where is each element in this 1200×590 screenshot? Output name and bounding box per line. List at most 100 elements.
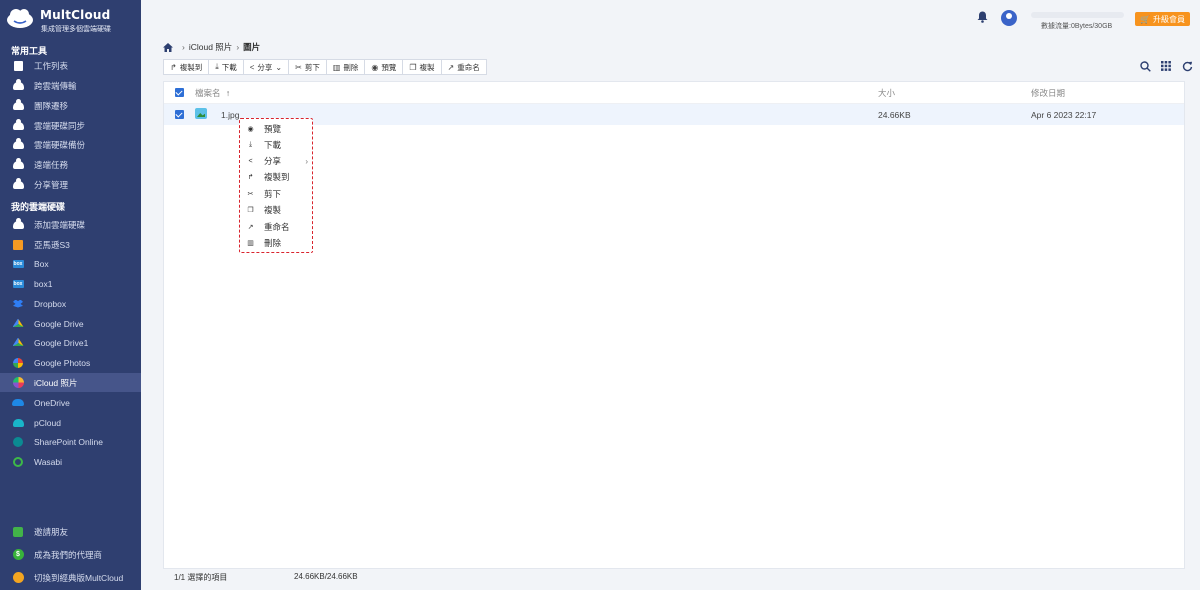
box-icon: box bbox=[12, 279, 24, 288]
sidebar-item-google-drive1[interactable]: Google Drive1 bbox=[0, 333, 141, 352]
file-toolbar: ↱ 複製到 ⤓ 下載 < 分享 ⌄ ✂ 剪下 ▥ 刪除 ◉ 預覽 ❐ 複製 ↗ 重命名 bbox=[163, 59, 487, 75]
pcloud-icon bbox=[12, 417, 24, 429]
image-file-icon bbox=[195, 108, 207, 119]
sidebar-item-label: Dropbox bbox=[34, 298, 67, 309]
trash-icon: ▥ bbox=[332, 62, 341, 72]
file-size: 24.66KB bbox=[878, 110, 911, 120]
context-menu-rename[interactable]: ↗ 重命名 bbox=[240, 219, 312, 235]
sidebar-item-pcloud[interactable]: pCloud bbox=[0, 413, 141, 432]
sidebar-item-label: 跨雲端傳輸 bbox=[34, 80, 77, 91]
grid-view-icon[interactable] bbox=[1160, 60, 1172, 72]
column-header-modified[interactable]: 修改日期 bbox=[1031, 87, 1065, 99]
sidebar-item-box1[interactable]: box box1 bbox=[0, 274, 141, 293]
sidebar-item-google-drive[interactable]: Google Drive bbox=[0, 314, 141, 333]
select-all-checkbox[interactable] bbox=[175, 88, 184, 97]
scissors-icon: ✂ bbox=[295, 62, 302, 72]
cut-button[interactable]: ✂ 剪下 bbox=[289, 60, 327, 74]
sidebar-item-cloud-sync[interactable]: 雲端硬碟同步 bbox=[0, 116, 141, 135]
sidebar-item-google-photos[interactable]: Google Photos bbox=[0, 353, 141, 372]
sidebar-item-label: 亞馬遜S3 bbox=[34, 239, 70, 250]
sidebar-item-label: Wasabi bbox=[34, 456, 63, 467]
user-avatar[interactable] bbox=[1001, 10, 1017, 26]
cloud-transfer-icon bbox=[12, 78, 24, 92]
row-checkbox[interactable] bbox=[175, 110, 184, 119]
sidebar-item-task-list[interactable]: 工作列表 bbox=[0, 56, 141, 75]
refresh-icon[interactable] bbox=[1181, 60, 1193, 72]
sidebar-item-label: Box bbox=[34, 258, 49, 269]
context-menu-copy[interactable]: ❐ 複製 bbox=[240, 202, 312, 218]
selection-count: 1/1 選擇的項目 bbox=[174, 573, 228, 582]
copy-to-icon: ↱ bbox=[247, 174, 254, 181]
sidebar-item-label: 成為我們的代理商 bbox=[34, 549, 103, 560]
context-menu-cut[interactable]: ✂ 剪下 bbox=[240, 186, 312, 202]
team-migration-icon bbox=[12, 98, 24, 112]
file-modified: Apr 6 2023 22:17 bbox=[1031, 110, 1097, 120]
share-button[interactable]: < 分享 ⌄ bbox=[243, 60, 290, 74]
copy-to-icon: ↱ bbox=[170, 62, 177, 72]
sidebar-item-remote-task[interactable]: 遠端任務 bbox=[0, 155, 141, 174]
sidebar-item-icloud-photos[interactable]: iCloud 照片 bbox=[0, 373, 141, 392]
table-row[interactable]: 1.jpg 24.66KB Apr 6 2023 22:17 bbox=[164, 104, 1184, 125]
context-menu-share[interactable]: < 分享 › bbox=[240, 153, 312, 169]
icloud-photos-icon bbox=[12, 377, 24, 389]
sidebar-item-cloud-transfer[interactable]: 跨雲端傳輸 bbox=[0, 76, 141, 95]
preview-button[interactable]: ◉ 預覽 bbox=[365, 60, 404, 74]
context-menu-preview[interactable]: ◉ 預覽 bbox=[240, 121, 312, 137]
sidebar-item-wasabi[interactable]: Wasabi bbox=[0, 452, 141, 471]
sidebar-item-label: Google Drive1 bbox=[34, 337, 89, 348]
sharepoint-icon bbox=[12, 436, 24, 448]
cart-icon: 🛒 bbox=[1140, 14, 1150, 24]
file-list-panel: 檔案名 ↑ 大小 修改日期 1.jpg 24.66KB Apr 6 2023 2… bbox=[163, 81, 1185, 569]
column-header-name[interactable]: 檔案名 ↑ bbox=[195, 87, 230, 99]
sidebar-item-share-manage[interactable]: 分享管理 bbox=[0, 175, 141, 194]
rename-button[interactable]: ↗ 重命名 bbox=[441, 60, 486, 74]
delete-button[interactable]: ▥ 刪除 bbox=[326, 60, 366, 74]
sidebar-item-label: 遠端任務 bbox=[34, 159, 69, 170]
sidebar-item-onedrive[interactable]: OneDrive bbox=[0, 393, 141, 412]
download-button[interactable]: ⤓ 下載 bbox=[209, 60, 244, 74]
sidebar-item-box[interactable]: box Box bbox=[0, 254, 141, 273]
sidebar-item-team-migration[interactable]: 團隊遷移 bbox=[0, 96, 141, 115]
sidebar-item-invite-friends[interactable]: 邀請朋友 bbox=[0, 522, 141, 541]
sidebar-item-sharepoint[interactable]: SharePoint Online bbox=[0, 432, 141, 451]
box-icon: box bbox=[12, 259, 24, 268]
sidebar-item-switch-classic[interactable]: 切換到經典版MultCloud bbox=[0, 568, 141, 587]
dropbox-icon bbox=[12, 298, 24, 310]
context-menu-download[interactable]: ⤓ 下載 bbox=[240, 137, 312, 153]
file-name[interactable]: 1.jpg bbox=[221, 110, 239, 120]
sidebar-item-label: 邀請朋友 bbox=[34, 526, 69, 537]
selection-size: 24.66KB/24.66KB bbox=[294, 572, 358, 581]
task-list-icon bbox=[12, 60, 24, 72]
home-icon[interactable] bbox=[163, 42, 173, 52]
bell-icon[interactable] bbox=[977, 11, 988, 23]
sidebar-item-become-agent[interactable]: $ 成為我們的代理商 bbox=[0, 545, 141, 564]
sidebar-item-cloud-backup[interactable]: 雲端硬碟備份 bbox=[0, 135, 141, 154]
breadcrumb-parent[interactable]: iCloud 照片 bbox=[189, 41, 232, 53]
sidebar-item-label: pCloud bbox=[34, 417, 61, 428]
context-menu-copy-to[interactable]: ↱ 複製到 bbox=[240, 169, 312, 185]
context-menu-delete[interactable]: ▥ 刪除 bbox=[240, 235, 312, 251]
sidebar-item-add-cloud[interactable]: 添加雲端硬碟 bbox=[0, 215, 141, 234]
copy-to-button[interactable]: ↱ 複製到 bbox=[164, 60, 210, 74]
gift-icon bbox=[12, 526, 24, 538]
status-footer: 1/1 選擇的項目 24.66KB/24.66KB bbox=[163, 570, 1185, 584]
cloud-sync-icon bbox=[12, 118, 24, 132]
breadcrumb-current: 圖片 bbox=[243, 42, 261, 52]
google-drive-icon bbox=[12, 318, 24, 330]
sidebar-item-label: 工作列表 bbox=[34, 60, 69, 71]
quota-progress-bar bbox=[1031, 12, 1124, 18]
sidebar-item-dropbox[interactable]: Dropbox bbox=[0, 294, 141, 313]
rename-icon: ↗ bbox=[247, 224, 254, 231]
sidebar-item-amazon-s3[interactable]: 亞馬遜S3 bbox=[0, 235, 141, 254]
download-icon: ⤓ bbox=[215, 62, 219, 71]
upgrade-label: 升級會員 bbox=[1152, 14, 1185, 24]
search-icon[interactable] bbox=[1139, 60, 1151, 72]
column-header-size[interactable]: 大小 bbox=[878, 87, 895, 99]
copy-button[interactable]: ❐ 複製 bbox=[403, 60, 442, 74]
dollar-icon: $ bbox=[12, 549, 24, 561]
sort-up-icon: ↑ bbox=[225, 88, 231, 98]
logo[interactable]: MultCloud 集成管理多個雲端硬碟 bbox=[3, 5, 138, 35]
remote-task-icon bbox=[12, 157, 24, 171]
breadcrumb: › iCloud 照片 › 圖片 bbox=[163, 41, 260, 53]
upgrade-button[interactable]: 🛒 升級會員 bbox=[1135, 12, 1190, 26]
